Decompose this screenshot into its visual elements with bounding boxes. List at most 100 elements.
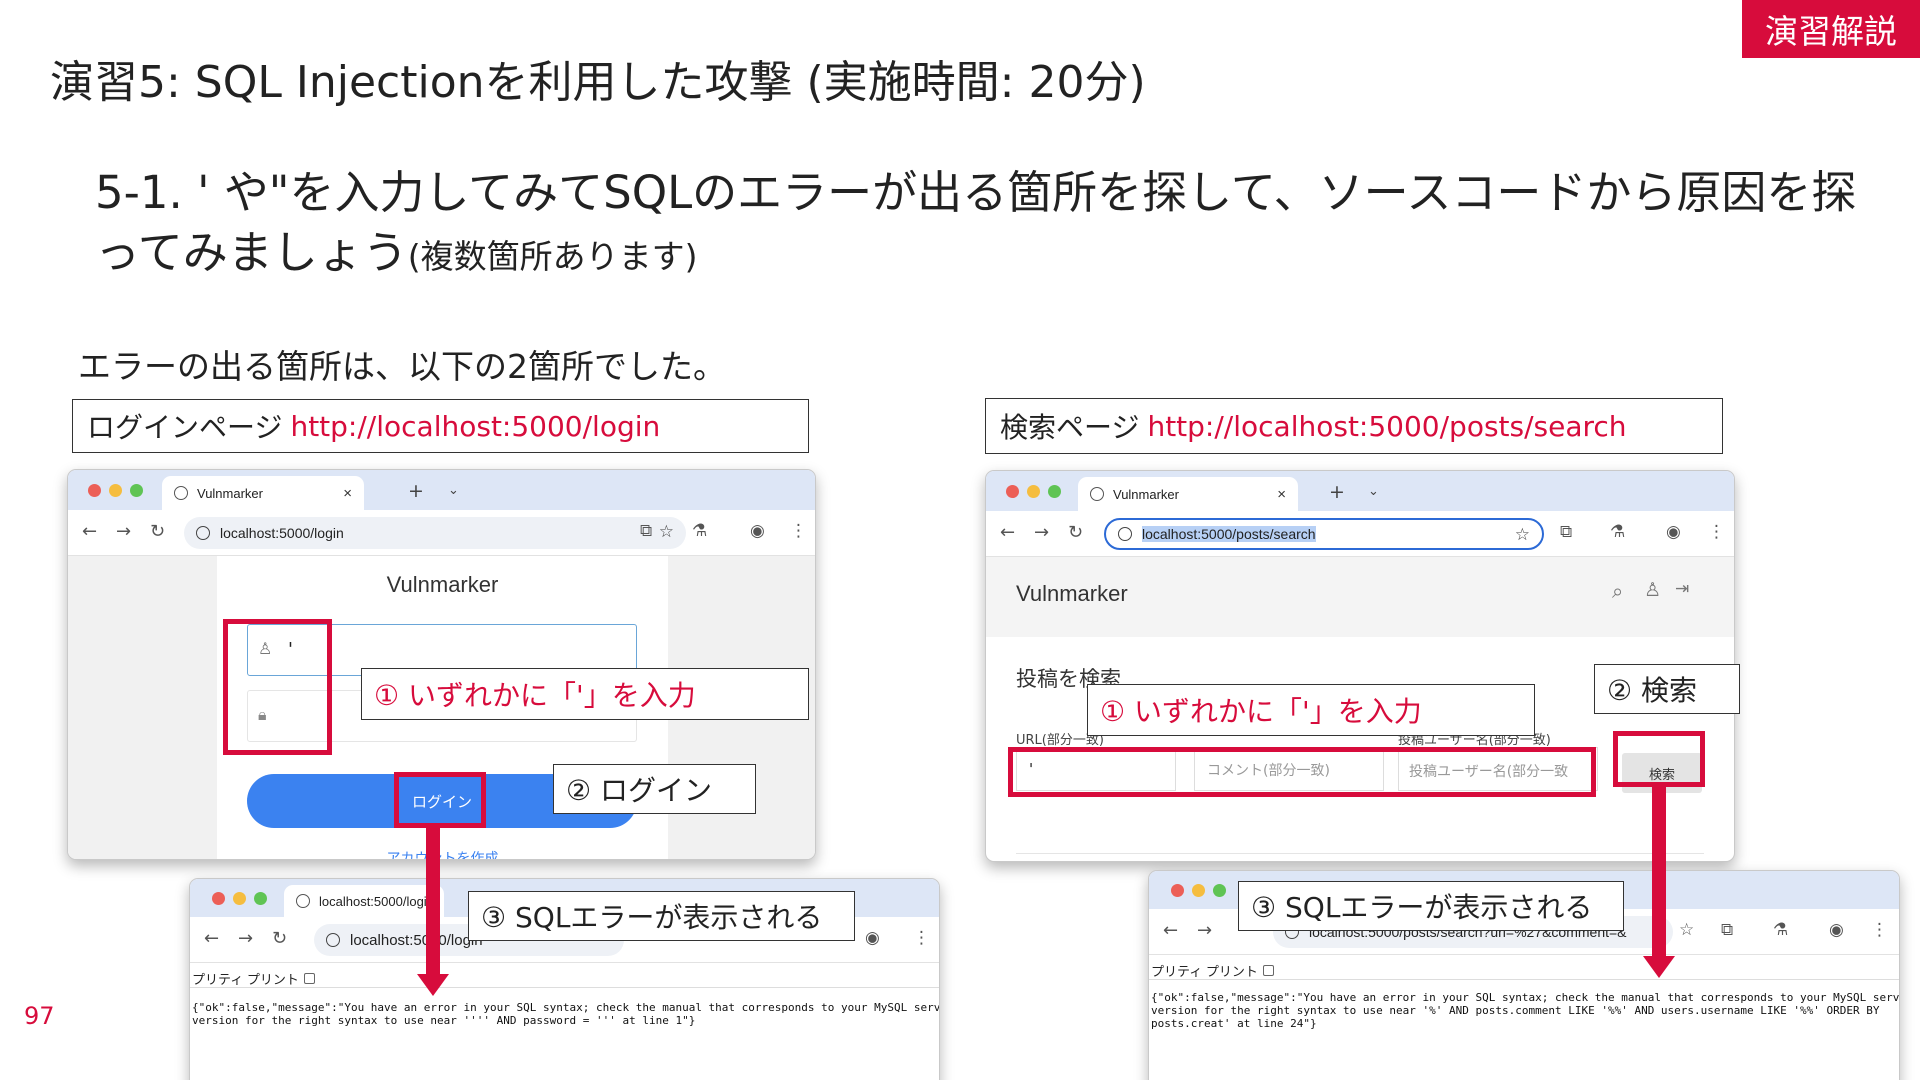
login-url-label-box: ログインページ http://localhost:5000/login	[72, 399, 809, 453]
site-info-icon	[326, 933, 340, 947]
page-number: 97	[24, 1002, 55, 1030]
menu-dots-icon[interactable]: ⋮	[1708, 522, 1725, 542]
sql-error-output: {"ok":false,"message":"You have an error…	[1151, 991, 1900, 1030]
profile-icon[interactable]: ◉	[1829, 920, 1844, 940]
site-info-icon[interactable]	[1118, 527, 1132, 541]
login-page-label: ログインページ	[87, 411, 283, 444]
app-brand: Vulnmarker	[1016, 581, 1128, 606]
address-bar[interactable]: localhost:5000/login ☆	[184, 517, 686, 549]
login-page-url[interactable]: http://localhost:5000/login	[290, 410, 660, 443]
arrow-to-error-login	[426, 828, 440, 977]
labs-flask-icon[interactable]: ⚗	[692, 521, 707, 541]
tab-bar: Vulnmarker × + ⌄	[986, 471, 1734, 511]
tab-title: Vulnmarker	[1113, 486, 1179, 502]
browser-tab[interactable]: Vulnmarker ×	[162, 476, 364, 510]
pretty-print-checkbox[interactable]	[1262, 965, 1274, 976]
chevron-down-icon[interactable]: ⌄	[448, 483, 459, 498]
reload-icon[interactable]: ↻	[272, 928, 287, 949]
pretty-print-toggle[interactable]: プリティ プリント	[192, 969, 315, 988]
create-account-link[interactable]: アカウントを作成	[217, 848, 668, 859]
reload-icon[interactable]: ↻	[150, 521, 165, 542]
bookmark-star-icon[interactable]: ☆	[1515, 525, 1530, 545]
browser-tab[interactable]: Vulnmarker ×	[1078, 477, 1298, 511]
menu-dots-icon[interactable]: ⋮	[790, 521, 807, 541]
new-tab-icon[interactable]: +	[1329, 481, 1345, 503]
new-tab-icon[interactable]: +	[408, 480, 424, 502]
tab-title: localhost:5000/login	[319, 893, 432, 909]
globe-icon	[174, 486, 188, 500]
pretty-print-label: プリティ プリント	[192, 972, 299, 987]
subtitle-main: 5-1. ' や"を入力してみてSQLのエラーが出る箇所を探して、ソースコードか…	[95, 166, 1857, 279]
arrow-head-login	[417, 974, 449, 996]
slide-title: 演習5: SQL Injectionを利用した攻撃 (実施時間: 20分)	[50, 57, 1146, 108]
menu-dots-icon[interactable]: ⋮	[1871, 920, 1888, 940]
back-icon[interactable]: ←	[82, 521, 97, 542]
address-text: localhost:5000/login	[220, 525, 344, 541]
window-controls[interactable]	[212, 892, 267, 905]
tab-title: Vulnmarker	[197, 485, 263, 501]
bookmark-star-icon[interactable]: ☆	[659, 522, 674, 542]
login-button-highlight-box	[394, 772, 486, 828]
lead-text: エラーの出る箇所は、以下の2箇所でした。	[78, 347, 726, 386]
window-controls[interactable]	[88, 484, 143, 497]
forward-icon[interactable]: →	[238, 928, 253, 949]
subtitle-note: (複数箇所あります)	[407, 237, 698, 276]
callout-input-search: ① いずれかに「'」を入力	[1087, 684, 1535, 736]
labs-flask-icon[interactable]: ⚗	[1610, 522, 1625, 542]
close-tab-icon[interactable]: ×	[1277, 486, 1286, 503]
input-highlight-box	[223, 619, 332, 755]
browser-tab[interactable]: localhost:5000/login	[284, 885, 444, 917]
arrow-head-search	[1643, 956, 1675, 978]
extensions-icon[interactable]: ⧉	[1721, 920, 1733, 940]
close-tab-icon[interactable]: ×	[343, 485, 352, 502]
bookmark-star-icon[interactable]: ☆	[1679, 920, 1694, 940]
search-icon[interactable]: ⌕	[1612, 579, 1623, 603]
extensions-icon[interactable]: ⧉	[1560, 522, 1572, 542]
callout-login: ② ログイン	[553, 764, 756, 814]
profile-icon[interactable]: ◉	[750, 521, 765, 541]
pretty-print-toggle[interactable]: プリティ プリント	[1151, 961, 1274, 980]
address-bar[interactable]: localhost:5000/posts/search ☆	[1104, 518, 1544, 550]
inputs-highlight-box	[1008, 747, 1596, 797]
address-text: localhost:5000/login	[350, 931, 483, 949]
reload-icon[interactable]: ↻	[1068, 522, 1083, 543]
browser-toolbar: ← → ↻ localhost:5000/login ☆ ⧉ ⚗ ◉ ⋮	[68, 510, 815, 556]
callout-search: ② 検索	[1594, 664, 1740, 714]
login-brand: Vulnmarker	[386, 572, 499, 597]
search-page-url[interactable]: http://localhost:5000/posts/search	[1147, 410, 1626, 443]
profile-icon[interactable]: ◉	[865, 928, 880, 948]
user-icon[interactable]: ♙	[1644, 579, 1661, 601]
window-controls[interactable]	[1171, 884, 1226, 897]
section-badge: 演習解説	[1742, 0, 1920, 58]
site-info-icon[interactable]	[196, 526, 210, 540]
pretty-print-checkbox[interactable]	[303, 973, 315, 984]
logout-icon[interactable]: ⇥	[1675, 579, 1689, 599]
address-text: localhost:5000/posts/search	[1142, 526, 1316, 542]
sql-error-output: {"ok":false,"message":"You have an error…	[192, 1001, 940, 1027]
profile-icon[interactable]: ◉	[1666, 522, 1681, 542]
forward-icon[interactable]: →	[1034, 522, 1049, 543]
labs-flask-icon[interactable]: ⚗	[1773, 920, 1788, 940]
tab-bar: Vulnmarker × + ⌄	[68, 470, 815, 510]
search-page-label: 検索ページ	[1000, 411, 1140, 444]
globe-icon	[296, 894, 310, 908]
forward-icon[interactable]: →	[1197, 920, 1212, 941]
slide-subtitle: 5-1. ' や"を入力してみてSQLのエラーが出る箇所を探して、ソースコードか…	[95, 163, 1865, 287]
window-controls[interactable]	[1006, 485, 1061, 498]
forward-icon[interactable]: →	[116, 521, 131, 542]
back-icon[interactable]: ←	[1000, 522, 1015, 543]
back-icon[interactable]: ←	[1163, 920, 1178, 941]
chevron-down-icon[interactable]: ⌄	[1368, 484, 1379, 499]
callout-error-login: ③ SQLエラーが表示される	[468, 891, 855, 941]
callout-input-login: ① いずれかに「'」を入力	[361, 668, 809, 720]
extensions-icon[interactable]: ⧉	[640, 521, 652, 541]
search-button-highlight-box	[1613, 731, 1705, 787]
callout-error-search: ③ SQLエラーが表示される	[1238, 881, 1624, 931]
back-icon[interactable]: ←	[204, 928, 219, 949]
search-url-label-box: 検索ページ http://localhost:5000/posts/search	[985, 398, 1723, 454]
divider	[1016, 853, 1704, 854]
pretty-print-label: プリティ プリント	[1151, 964, 1258, 979]
arrow-to-error-search	[1652, 787, 1666, 959]
browser-toolbar: ← → ↻ localhost:5000/posts/search ☆ ⧉ ⚗ …	[986, 511, 1734, 557]
menu-dots-icon[interactable]: ⋮	[913, 928, 930, 948]
